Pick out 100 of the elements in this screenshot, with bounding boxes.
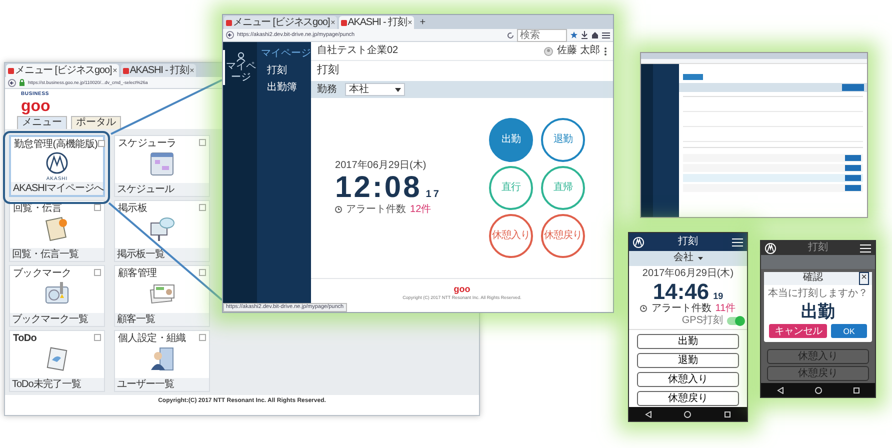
punch-button[interactable]: 出勤 bbox=[488, 118, 533, 162]
alert-label: アラート件数 bbox=[346, 204, 406, 216]
tile-link[interactable]: 顧客一覧 bbox=[115, 312, 209, 326]
close-button[interactable]: × bbox=[408, 16, 412, 29]
page-icon bbox=[226, 20, 232, 26]
punch-button[interactable]: 休憩戻り bbox=[540, 214, 585, 258]
menu-icon[interactable] bbox=[602, 32, 610, 38]
back-icon[interactable] bbox=[226, 31, 234, 39]
clock-time: 14:46 bbox=[652, 280, 710, 303]
home-icon[interactable] bbox=[684, 410, 692, 418]
checkbox[interactable] bbox=[199, 334, 206, 341]
home-icon[interactable] bbox=[814, 386, 822, 394]
checkbox[interactable] bbox=[98, 140, 105, 147]
checkbox[interactable] bbox=[94, 268, 101, 276]
lock-icon bbox=[19, 79, 25, 86]
tile-link[interactable]: 掲示板一覧 bbox=[115, 248, 209, 261]
clock-icon bbox=[640, 305, 648, 312]
gps-toggle[interactable] bbox=[727, 316, 743, 325]
clock-seconds: 17 bbox=[426, 188, 441, 201]
search-field[interactable]: 検索 bbox=[517, 28, 567, 42]
dialog-message: 本当に打刻しますか？ bbox=[768, 288, 868, 300]
star-icon[interactable] bbox=[570, 31, 578, 39]
dialog-title: 確認 bbox=[803, 272, 824, 285]
more-icon[interactable] bbox=[604, 46, 607, 56]
menu-tile[interactable]: ToDo ToDo未完了一覧 bbox=[9, 330, 105, 392]
browser-tab[interactable]: AKASHI - 打刻× bbox=[338, 16, 414, 29]
menu-item[interactable]: 出勤簿 bbox=[261, 82, 307, 94]
punch-button[interactable]: 休憩入り bbox=[488, 214, 533, 258]
tile-link[interactable]: スケジュール bbox=[115, 182, 209, 196]
calendar-icon bbox=[148, 150, 176, 176]
menu-tile[interactable]: 掲示板 掲示板一覧 bbox=[114, 200, 210, 262]
bookmark-icon bbox=[43, 280, 71, 306]
user-name[interactable]: 佐藤 太郎 bbox=[557, 45, 600, 57]
tile-link[interactable]: ユーザー一覧 bbox=[115, 378, 209, 391]
page-title: 打刻 bbox=[317, 64, 339, 76]
caret-icon bbox=[698, 256, 702, 260]
menu-item[interactable]: 打刻 bbox=[261, 65, 307, 77]
recent-apps-icon[interactable] bbox=[724, 410, 731, 418]
app-title: 打刻 bbox=[808, 242, 828, 254]
checkbox[interactable] bbox=[199, 268, 206, 276]
alert-count[interactable]: 12件 bbox=[410, 204, 432, 216]
menu-tile[interactable]: 個人設定・組織 ユーザー一覧 bbox=[114, 330, 210, 392]
punch-button[interactable]: 退勤 bbox=[637, 352, 739, 368]
tile-title: ToDo bbox=[13, 332, 38, 345]
back-icon[interactable] bbox=[645, 410, 652, 418]
date-text: 2017年06月29日(木) bbox=[335, 160, 428, 172]
browser-tab[interactable]: メニュー [ビジネスgoo]× bbox=[6, 64, 119, 77]
goo-logo[interactable]: goo bbox=[454, 284, 470, 295]
tile-title: 顧客管理 bbox=[118, 268, 158, 280]
browser-tab[interactable]: AKASHI - 打刻× bbox=[120, 64, 196, 77]
close-button[interactable]: × bbox=[859, 272, 869, 285]
new-tab-button[interactable]: + bbox=[416, 17, 430, 29]
ok-button[interactable]: OK bbox=[831, 324, 867, 338]
tile-link[interactable]: ToDo未完了一覧 bbox=[10, 378, 104, 391]
tile-link[interactable]: ブックマーク一覧 bbox=[10, 312, 104, 326]
punch-button[interactable]: 休憩入り bbox=[637, 372, 739, 387]
menu-tile[interactable]: ブックマーク ブックマーク一覧 bbox=[9, 264, 105, 327]
browser-tab[interactable]: メニュー [ビジネスgoo]× bbox=[224, 16, 337, 29]
filter-label: 勤務 bbox=[317, 84, 337, 96]
reload-icon[interactable] bbox=[507, 32, 514, 38]
gps-label: GPS打刻 bbox=[682, 314, 723, 327]
back-icon[interactable] bbox=[8, 78, 16, 86]
punch-button[interactable]: 出勤 bbox=[637, 334, 739, 349]
recent-apps-icon[interactable] bbox=[852, 386, 860, 394]
punch-button[interactable]: 退勤 bbox=[540, 118, 585, 162]
date-text: 2017年06月29日(木) bbox=[642, 268, 734, 280]
close-button[interactable]: × bbox=[330, 16, 335, 29]
menu-tile[interactable]: 顧客管理 顧客一覧 bbox=[114, 264, 210, 327]
alert-count[interactable]: 11件 bbox=[715, 302, 736, 315]
clock-icon bbox=[335, 206, 342, 214]
tile-title: 個人設定・組織 bbox=[118, 332, 187, 345]
tile-title: 掲示板 bbox=[118, 202, 148, 215]
download-icon[interactable] bbox=[581, 31, 588, 39]
cancel-button[interactable]: キャンセル bbox=[769, 324, 827, 338]
punch-button[interactable]: 休憩戻り bbox=[637, 390, 739, 406]
alert-label: アラート件数 bbox=[651, 302, 712, 314]
clock-seconds: 19 bbox=[713, 290, 724, 302]
page-icon bbox=[8, 68, 14, 74]
tile-title: スケジューラ bbox=[118, 138, 178, 150]
home-icon[interactable] bbox=[591, 31, 599, 39]
tile-link[interactable]: AKASHIマイページへ bbox=[11, 182, 103, 195]
person-icon bbox=[148, 344, 176, 371]
menu-tab[interactable]: ポータル bbox=[71, 116, 121, 129]
checkbox[interactable] bbox=[199, 138, 206, 146]
checkbox[interactable] bbox=[199, 204, 206, 211]
dialog-action: 出勤 bbox=[801, 302, 835, 322]
tile-title: ブックマーク bbox=[13, 268, 72, 280]
circle-logo-icon bbox=[765, 242, 776, 254]
menu-tile[interactable]: スケジューラ スケジュール bbox=[114, 134, 210, 197]
close-button[interactable]: × bbox=[112, 64, 117, 77]
goo-logo[interactable]: goo bbox=[21, 97, 50, 116]
location-dropdown[interactable]: 本社 bbox=[345, 83, 405, 96]
checkbox[interactable] bbox=[94, 334, 101, 341]
close-button[interactable]: × bbox=[190, 64, 194, 77]
avatar-icon bbox=[544, 46, 554, 56]
page-icon bbox=[122, 68, 129, 74]
tile-link[interactable]: 回覧・伝言一覧 bbox=[10, 248, 104, 261]
menu-tab[interactable]: メニュー bbox=[17, 116, 67, 129]
back-icon[interactable] bbox=[776, 386, 784, 394]
speech-bubble-icon bbox=[148, 214, 176, 241]
